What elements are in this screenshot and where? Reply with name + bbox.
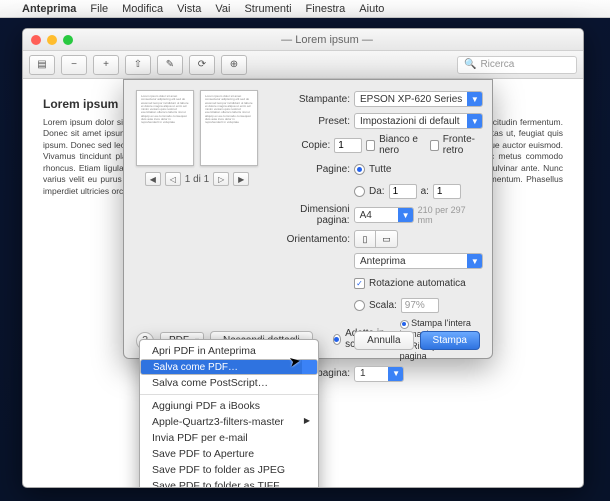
highlight-button[interactable]: ✎ [157, 55, 183, 75]
next-page-button-2[interactable]: ▷ [213, 172, 229, 186]
minimize-button[interactable] [47, 35, 57, 45]
page-thumb-1[interactable]: Lorem ipsum dolor sit amet consectetur a… [136, 90, 194, 166]
pages-range-radio[interactable] [354, 186, 365, 197]
titlebar: — Lorem ipsum — [23, 29, 583, 51]
prev-page-button-2[interactable]: ◁ [165, 172, 181, 186]
menu-save-tiff[interactable]: Save PDF to folder as TIFF [140, 478, 318, 488]
menu-window[interactable]: Finestra [306, 3, 346, 15]
paper-dimensions: 210 per 297 mm [418, 205, 483, 225]
landscape-icon[interactable]: ▭ [376, 230, 398, 248]
share-button[interactable]: ⇧ [125, 55, 151, 75]
portrait-icon[interactable]: ▯ [354, 230, 376, 248]
print-button[interactable]: Stampa [420, 331, 480, 350]
app-section-select[interactable]: Anteprima▼ [354, 253, 483, 269]
pages-all-radio[interactable] [354, 164, 365, 175]
bw-label: Bianco e nero [379, 134, 426, 156]
bw-checkbox[interactable] [366, 140, 375, 151]
prev-page-button[interactable]: ◀ [145, 172, 161, 186]
search-input[interactable]: 🔍 Ricerca [457, 56, 577, 74]
print-whole-radio[interactable] [400, 320, 409, 329]
menu-tools[interactable]: Strumenti [244, 3, 291, 15]
copies-per-page-select[interactable]: 1▼ [354, 366, 404, 382]
menu-save-jpeg[interactable]: Save PDF to folder as JPEG [140, 462, 318, 478]
duplex-label: Fronte-retro [443, 134, 483, 156]
papersize-select[interactable]: A4▼ [354, 207, 414, 223]
copies-input[interactable] [334, 138, 362, 153]
printer-select[interactable]: EPSON XP-620 Series▼ [354, 91, 483, 107]
menu-mail-pdf[interactable]: Invia PDF per e-mail [140, 430, 318, 446]
auto-rotate-label: Rotazione automatica [369, 278, 466, 289]
pages-all-label: Tutte [369, 164, 391, 175]
toolbar: ▤ − + ⇧ ✎ ⟳ ⊕ 🔍 Ricerca [23, 51, 583, 79]
cancel-button[interactable]: Annulla [354, 331, 413, 350]
app-menu[interactable]: Anteprima [22, 3, 76, 15]
preset-label: Preset: [268, 116, 350, 127]
zoom-out-button[interactable]: − [61, 55, 87, 75]
menu-add-to-ibooks[interactable]: Aggiungi PDF a iBooks [140, 398, 318, 414]
menu-help[interactable]: Aiuto [359, 3, 384, 15]
scale-input[interactable] [401, 298, 439, 313]
zoom-in-button[interactable]: + [93, 55, 119, 75]
to-label: a: [421, 186, 429, 197]
pdf-menu: Apri PDF in Anteprima Salva come PDF… Sa… [139, 339, 319, 488]
orientation-segment[interactable]: ▯ ▭ [354, 230, 398, 248]
menu-go[interactable]: Vai [215, 3, 230, 15]
duplex-checkbox[interactable] [430, 140, 439, 151]
menu-open-in-preview[interactable]: Apri PDF in Anteprima [140, 343, 318, 359]
copies-label: Copie: [268, 140, 330, 151]
menu-save-as-pdf[interactable]: Salva come PDF… [140, 359, 318, 375]
printer-label: Stampante: [268, 94, 350, 105]
page-thumb-2[interactable]: Lorem ipsum dolor sit amet consectetur a… [200, 90, 258, 166]
print-dialog: Lorem ipsum dolor sit amet consectetur a… [123, 79, 493, 359]
markup-button[interactable]: ⊕ [221, 55, 247, 75]
menu-save-as-postscript[interactable]: Salva come PostScript… [140, 375, 318, 391]
submenu-arrow-icon: ▶ [304, 416, 310, 425]
rotate-button[interactable]: ⟳ [189, 55, 215, 75]
window-title: — Lorem ipsum — [79, 34, 575, 46]
close-button[interactable] [31, 35, 41, 45]
menu-file[interactable]: File [90, 3, 108, 15]
view-mode-button[interactable]: ▤ [29, 55, 55, 75]
page-from-input[interactable] [389, 184, 417, 199]
pages-label: Pagine: [268, 164, 350, 175]
preview-window: — Lorem ipsum — ▤ − + ⇧ ✎ ⟳ ⊕ 🔍 Ricerca … [22, 28, 584, 488]
search-icon: 🔍 [464, 59, 476, 70]
scale-radio[interactable] [354, 300, 365, 311]
preset-select[interactable]: Impostazioni di default▼ [354, 113, 483, 129]
from-label: Da: [369, 186, 385, 197]
scale-label: Scala: [369, 300, 397, 311]
zoom-button[interactable] [63, 35, 73, 45]
orientation-label: Orientamento: [268, 234, 350, 245]
next-page-button[interactable]: ▶ [233, 172, 249, 186]
menu-quartz-filters[interactable]: Apple-Quartz3-filters-master▶ [140, 414, 318, 430]
papersize-label: Dimensioni pagina: [268, 204, 350, 226]
menu-edit[interactable]: Modifica [122, 3, 163, 15]
system-menubar: Anteprima File Modifica Vista Vai Strume… [0, 0, 610, 18]
menu-save-aperture[interactable]: Save PDF to Aperture [140, 446, 318, 462]
page-to-input[interactable] [433, 184, 461, 199]
page-navigator: ◀ ◁ 1 di 1 ▷ ▶ [136, 172, 258, 186]
menu-view[interactable]: Vista [177, 3, 201, 15]
menu-separator [140, 394, 318, 395]
auto-rotate-checkbox[interactable]: ✓ [354, 278, 365, 289]
page-indicator: 1 di 1 [185, 174, 209, 185]
